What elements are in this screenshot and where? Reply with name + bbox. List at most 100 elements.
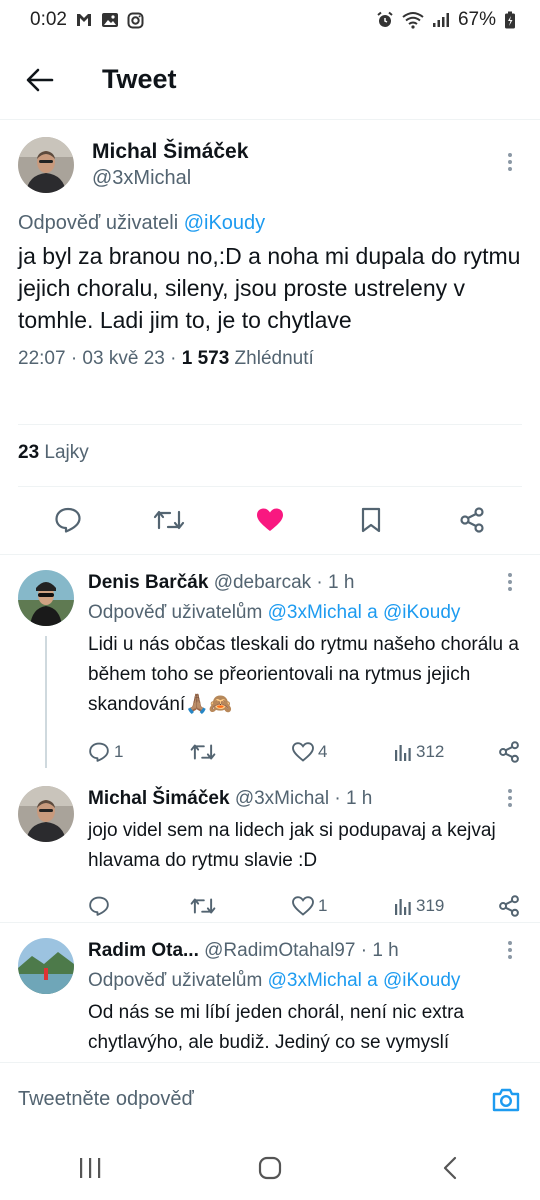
heart-icon	[292, 896, 314, 916]
app-header: Tweet	[0, 40, 540, 120]
views-button[interactable]: 319	[394, 896, 454, 916]
likes-summary[interactable]: 23 Lajky	[18, 442, 89, 464]
reply-text: Od nás se mi líbí jeden chorál, není nic…	[88, 1002, 464, 1053]
clock: 0:02	[30, 9, 67, 30]
divider	[18, 486, 522, 487]
more-button[interactable]	[498, 938, 522, 962]
divider	[0, 922, 540, 923]
comment-icon	[89, 896, 109, 916]
share-button[interactable]	[496, 741, 520, 763]
battery-percent: 67%	[457, 9, 496, 30]
reply-actions: 1 319	[88, 886, 522, 926]
chevron-left-icon	[443, 1156, 457, 1180]
bookmark-button[interactable]	[347, 496, 395, 544]
reply-button[interactable]: 1	[88, 742, 148, 762]
mention-separator: a	[361, 970, 383, 991]
reply-handle-time: @RadimOtahal97 · 1 h	[204, 940, 399, 961]
system-nav-bar	[0, 1136, 540, 1200]
mention-link[interactable]: @3xMichal	[268, 602, 362, 623]
retweet-icon	[154, 510, 185, 530]
mention-link[interactable]: @iKoudy	[383, 602, 460, 623]
reply-prefix: Odpověď uživatelům	[88, 970, 268, 991]
arrow-left-icon	[26, 68, 54, 91]
retweet-button[interactable]	[190, 896, 250, 916]
retweet-button[interactable]	[145, 496, 193, 544]
mention-link[interactable]: @iKoudy	[383, 970, 460, 991]
mention-link[interactable]: @3xMichal	[268, 970, 362, 991]
view-count: 319	[416, 896, 445, 915]
back-nav-button[interactable]	[420, 1144, 480, 1192]
reply-count: 1	[114, 742, 124, 761]
tweet-timestamp[interactable]: 22:07 · 03 kvě 23 ·	[18, 348, 182, 369]
back-button[interactable]	[0, 40, 80, 120]
like-button[interactable]	[246, 496, 294, 544]
retweet-button[interactable]	[190, 742, 250, 762]
home-icon	[258, 1156, 282, 1180]
like-button[interactable]: 4	[292, 742, 352, 762]
reply-author-name[interactable]: Denis Barčák	[88, 572, 208, 593]
reply-context: Odpověď uživateli @iKoudy	[18, 210, 522, 236]
bookmark-icon	[361, 507, 380, 533]
avatar[interactable]	[18, 137, 74, 193]
tweet-author: Michal Šimáček @3xMichal	[18, 120, 522, 210]
tweet-actions	[0, 496, 540, 544]
reply-actions: 1 4 312	[88, 732, 522, 772]
more-vertical-icon	[508, 941, 512, 959]
reply-composer: Tweetněte odpověď	[0, 1062, 540, 1136]
status-bar: 0:02 67%	[0, 0, 540, 40]
comment-icon	[55, 507, 81, 533]
reply-author-name[interactable]: Radim Ota...	[88, 940, 199, 961]
avatar[interactable]	[18, 938, 74, 994]
comment-icon	[89, 742, 109, 762]
likes-label: Lajky	[39, 442, 89, 463]
more-vertical-icon	[508, 573, 512, 591]
share-icon	[499, 895, 519, 917]
tweet-text: ja byl za branou no,:D a noha mi dupala …	[18, 243, 521, 333]
analytics-icon	[395, 745, 411, 761]
more-button[interactable]	[498, 150, 522, 174]
author-handle[interactable]: @3xMichal	[92, 165, 248, 191]
avatar[interactable]	[18, 570, 74, 626]
alarm-icon	[376, 11, 394, 29]
reply-context: Odpověď uživatelům @3xMichal a @iKoudy	[88, 968, 522, 994]
like-count: 1	[318, 896, 328, 915]
reply-button[interactable]	[44, 496, 92, 544]
more-button[interactable]	[498, 570, 522, 594]
views-button[interactable]: 312	[394, 742, 454, 762]
reply-tweet[interactable]: Denis Barčák @debarcak · 1 h Odpověď uži…	[0, 570, 540, 772]
analytics-icon	[395, 899, 411, 915]
reply-author-name[interactable]: Michal Šimáček	[88, 788, 230, 809]
reply-context: Odpověď uživatelům @3xMichal a @iKoudy	[88, 600, 522, 626]
author-name[interactable]: Michal Šimáček	[92, 139, 248, 165]
mention-link[interactable]: @iKoudy	[184, 212, 265, 234]
more-button[interactable]	[498, 786, 522, 810]
mail-icon	[75, 12, 93, 28]
reply-handle-time: @3xMichal · 1 h	[234, 788, 373, 809]
home-button[interactable]	[240, 1144, 300, 1192]
share-icon	[499, 741, 519, 763]
reply-tweet[interactable]: Michal Šimáček @3xMichal · 1 h jojo vide…	[0, 786, 540, 926]
reply-prefix: Odpověď uživateli	[18, 212, 179, 234]
avatar[interactable]	[18, 786, 74, 842]
recent-apps-icon	[80, 1158, 101, 1178]
likes-count: 23	[18, 442, 40, 463]
camera-icon	[492, 1088, 520, 1111]
reply-tweet[interactable]: Radim Ota... @RadimOtahal97 · 1 h Odpově…	[0, 938, 540, 1058]
mention-separator: a	[361, 602, 383, 623]
recent-apps-button[interactable]	[60, 1144, 120, 1192]
reply-input[interactable]: Tweetněte odpověď	[18, 1088, 490, 1111]
tweet-meta: 22:07 · 03 kvě 23 · 1 573 Zhlédnutí	[18, 346, 522, 372]
reply-button[interactable]	[88, 896, 148, 916]
instagram-icon	[127, 12, 144, 29]
reply-text: Lidi u nás občas tleskali do rytmu našeh…	[88, 634, 519, 715]
wifi-icon	[402, 11, 424, 29]
like-button[interactable]: 1	[292, 896, 352, 916]
share-button[interactable]	[448, 496, 496, 544]
views-count: 1 573	[181, 348, 230, 369]
camera-button[interactable]	[490, 1084, 522, 1116]
like-count: 4	[318, 742, 328, 761]
reply-prefix: Odpověď uživatelům	[88, 602, 268, 623]
page-title: Tweet	[102, 64, 177, 94]
divider	[18, 424, 522, 425]
share-button[interactable]	[496, 895, 520, 917]
